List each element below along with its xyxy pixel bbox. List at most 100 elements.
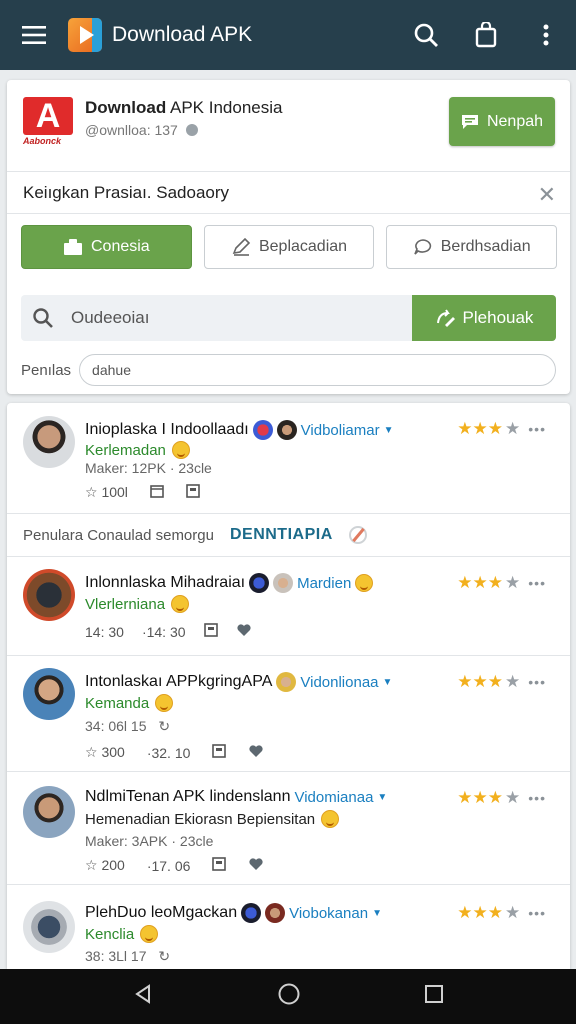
item-stat: ·14: 30 [141,623,186,640]
emoji-icon [171,441,190,459]
back-icon[interactable] [132,983,154,1010]
rating-stars: ★★★ ★ ••• [457,788,546,808]
emoji-icon [155,694,174,712]
star-empty-icon: ★ [505,672,521,691]
item-title: Inioplaska I Indoollaadı [85,421,249,438]
dropdown-icon[interactable]: ▼ [383,677,393,688]
section-text: Penulara Conaulad semorgu [23,526,214,544]
mini-avatar [265,903,286,923]
close-icon[interactable]: ✕ [538,182,556,208]
badge-icon [252,420,273,440]
item-subtitle-row: Hemenadian Ekiorasn Bepiensitan [85,810,340,828]
item-link[interactable]: Vidboliamar [301,422,380,439]
more-horiz-icon[interactable]: ••• [528,790,546,806]
more-horiz-icon[interactable]: ••• [528,575,546,591]
home-icon[interactable] [277,982,301,1011]
item-link[interactable]: Vidonlionaa [300,674,378,691]
item-link[interactable]: Mardien [297,575,351,592]
app-handle: @ownlloa: 137 [85,122,178,138]
item-meta: Maker: 12PK · 23cle [85,460,212,476]
refresh-edit-icon [436,309,455,327]
item-subtitle: Kemanda [85,694,150,712]
blocked-icon [348,526,367,544]
bookmark-icon[interactable] [212,857,227,874]
item-title: Inlonnlaska Mihadraiaı [85,574,246,591]
search-input[interactable] [65,308,412,328]
more-horiz-icon[interactable]: ••• [528,674,546,690]
bookmark-icon[interactable] [203,623,218,640]
star-icon: ★★★ [457,672,504,691]
letter-a-icon: A [23,97,73,135]
section-brand: DENNTIAPIA [229,526,333,543]
item-subtitle-row: Kenclia [85,925,159,943]
star-empty-icon: ★ [505,419,521,438]
tab-label: Beplacadian [258,238,348,255]
avatar [23,668,75,720]
list-item[interactable]: Inioplaska I Indoollaadı Vidboliamar ▼ K… [7,403,570,514]
tab-conesia[interactable]: Conesia [21,225,192,269]
rating-stars: ★★★ ★ ••• [457,672,546,692]
item-actions: ☆ 300 ·32. 10 [85,744,264,761]
item-stat: 300 [101,744,125,760]
tab-bar: Conesia Beplacadian Berdhsadian [21,225,558,269]
star-icon: ★★★ [457,573,504,592]
filter-input[interactable] [79,354,556,386]
item-link[interactable]: Vidomianaa [294,789,373,806]
star-outline-icon[interactable]: ☆ 200 [85,857,125,874]
recents-icon[interactable] [424,984,444,1009]
more-horiz-icon[interactable]: ••• [528,905,546,921]
heart-icon[interactable] [248,857,264,874]
emoji-icon [355,574,374,592]
dropdown-icon[interactable]: ▼ [372,908,382,919]
search-submit-label: Plehouak [462,308,534,327]
heart-icon[interactable] [248,744,264,761]
section-header: Penulara Conaulad semorgu DENNTIAPIA [7,514,570,557]
star-empty-icon: ★ [505,788,521,807]
refresh-icon[interactable]: ↻ [158,948,170,964]
emoji-icon [171,595,190,613]
item-link[interactable]: Viobokanan [289,905,368,922]
list-item[interactable]: NdlmiTenan APK lindenslann Vidomianaa ▼ … [7,772,570,885]
heart-icon[interactable] [236,623,252,640]
list-item[interactable]: PlehDuo leoMgackan Viobokanan ▼ Kenclia … [7,885,570,969]
star-icon: ★★★ [457,788,504,807]
avatar [23,569,75,621]
item-title-row: NdlmiTenan APK lindenslann Vidomianaa ▼ [85,788,387,806]
app-header-card: A Aabonck Download APK Indonesia @ownllo… [7,80,570,394]
item-stat: 100l [101,484,128,500]
more-horiz-icon[interactable]: ••• [528,421,546,437]
star-outline-icon[interactable]: ☆ 100l [85,484,128,501]
list-item[interactable]: Intonlaskaı APPkgringAPA Vidonlionaa ▼ K… [7,656,570,772]
rating-stars: ★★★ ★ ••• [457,903,546,923]
item-stat: 200 [101,857,125,873]
app-info-row: A Aabonck Download APK Indonesia @ownllo… [7,80,570,172]
app-name-rest: APK Indonesia [166,98,283,117]
list-item[interactable]: Inlonnlaska Mihadraiaı Mardien Vlerlerni… [7,557,570,656]
nenpah-button[interactable]: Nenpah [449,97,555,146]
bookmark-icon[interactable] [212,744,227,761]
dropdown-icon[interactable]: ▼ [377,792,387,803]
search-submit-button[interactable]: Plehouak [412,295,556,341]
search-bar: Plehouak [21,295,556,341]
search-icon[interactable] [396,0,456,70]
calendar-icon[interactable] [150,484,164,501]
shopping-bag-icon[interactable] [456,0,516,70]
refresh-icon[interactable]: ↻ [158,718,170,734]
item-meta: Maker: 3APK · 23cle [85,833,214,849]
star-outline-icon[interactable]: ☆ 300 [85,744,125,761]
more-vert-icon[interactable] [516,0,576,70]
notice-bar: Keiıgkan Prasiaı. Sadoaory ✕ [7,172,570,214]
item-title-row: Intonlaskaı APPkgringAPA Vidonlionaa ▼ [85,672,392,692]
app-logo: A Aabonck [23,97,73,147]
emoji-icon [140,925,159,943]
dropdown-icon[interactable]: ▼ [384,425,394,436]
menu-icon[interactable] [0,0,68,70]
item-subtitle: Kerlemadan [85,441,166,459]
bookmark-icon[interactable] [186,484,200,501]
info-dot-icon [185,124,198,136]
item-subtitle-row: Kemanda [85,694,174,712]
tab-berdhsadian[interactable]: Berdhsadian [386,225,558,269]
tab-beplacadian[interactable]: Beplacadian [203,225,375,269]
item-title: PlehDuo leoMgackan [85,904,238,921]
mini-avatar [276,672,297,692]
